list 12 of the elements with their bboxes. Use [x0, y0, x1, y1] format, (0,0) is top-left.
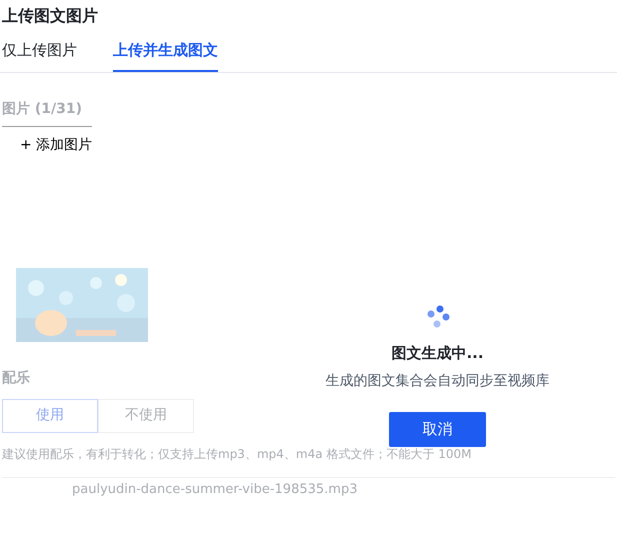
tab[interactable]: 仅上传图片 — [2, 39, 77, 72]
loading-spinner-icon — [424, 304, 450, 330]
dialog-title: 上传图文图片 — [1, 5, 99, 26]
loading-title: 图文生成中... — [390, 343, 485, 364]
section-label: 图片 (1/31) — [2, 100, 82, 117]
file-name: paulyudin-dance-summer-vibe-198535.mp3 — [72, 482, 358, 497]
tab[interactable]: 上传并生成图文 — [113, 39, 218, 72]
cancel-button[interactable]: 取消 — [389, 412, 486, 446]
section-label: 配乐 — [2, 370, 30, 386]
loading-message: 生成的图文集合会自动同步至视频库 — [324, 372, 550, 390]
hint-text: 建议使用配乐，有利于转化；仅支持上传mp3、mp4、m4a 格式文件；不能大于 100M — [2, 446, 472, 463]
add-image-button[interactable]: + 添加图片 — [2, 126, 92, 156]
